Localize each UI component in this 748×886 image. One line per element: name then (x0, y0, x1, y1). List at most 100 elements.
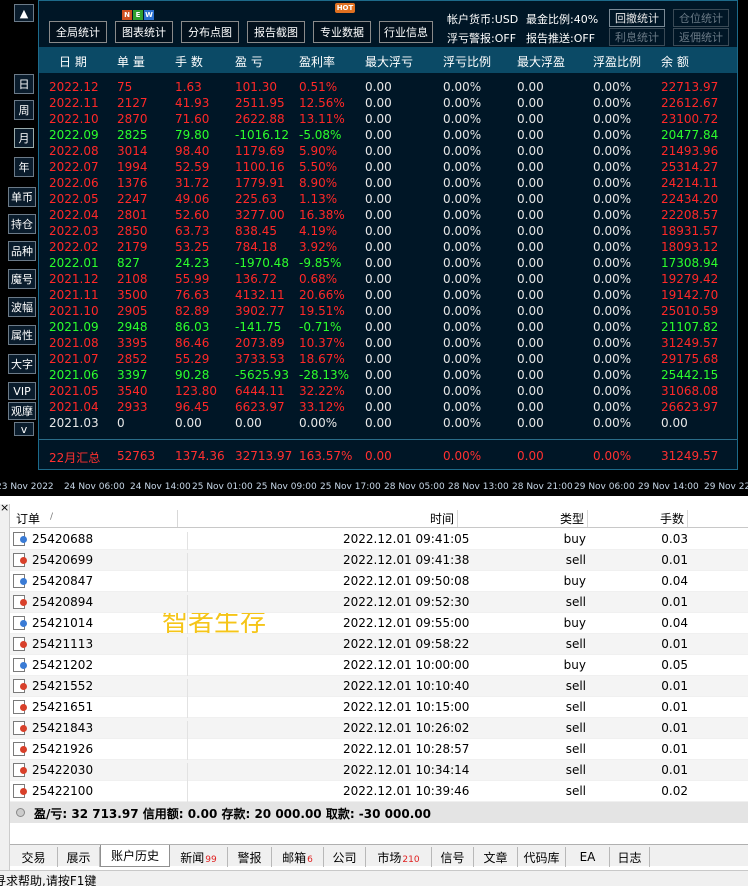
table-cell: 0.00 (517, 96, 544, 110)
tab-3[interactable]: 新闻 99 (170, 847, 228, 867)
order-lots: 0.04 (661, 574, 688, 588)
history-column-header[interactable]: / (50, 512, 53, 522)
time-axis-label: 28 Nov 21:00 (512, 482, 573, 492)
nav-symbol[interactable]: 品种 (8, 241, 36, 261)
history-column-header[interactable]: 手数 (660, 510, 684, 527)
history-row[interactable]: 25421926 2022.12.01 10:28:57 sell 0.01 (10, 739, 748, 763)
chart-stats-button[interactable]: 图表统计 (115, 21, 173, 43)
industry-info-button[interactable]: 行业信息 (379, 21, 433, 43)
order-dot-icon (20, 620, 27, 627)
table-cell: 0.00 (517, 192, 544, 206)
tab-5[interactable]: 邮箱 6 (272, 847, 324, 867)
tab-8[interactable]: 信号 (432, 847, 474, 867)
history-row[interactable]: 25422100 2022.12.01 10:39:46 sell 0.02 (10, 781, 748, 805)
history-row[interactable]: 25421113 2022.12.01 09:58:22 sell 0.01 (10, 634, 748, 658)
history-column-header[interactable]: 类型 (560, 510, 584, 527)
report-screenshot-button[interactable]: 报告截图 (247, 21, 305, 43)
table-cell: 98.40 (175, 144, 210, 158)
order-id: 25421651 (32, 700, 94, 714)
table-row: 2022.03 2850 63.73 838.45 4.19% 0.00 0.00% 0.00… (39, 223, 737, 239)
table-cell: 8.90% (299, 176, 338, 190)
commission-stats-button[interactable]: 返佣统计 (673, 28, 729, 46)
table-cell: 0.00 (517, 256, 544, 270)
table-cell: 0.00% (443, 224, 482, 238)
tab-2[interactable]: 账户历史 (100, 845, 170, 867)
tab-4[interactable]: 警报 (228, 847, 272, 867)
table-cell: 21107.82 (661, 320, 719, 334)
history-row[interactable]: 25421651 2022.12.01 10:15:00 sell 0.01 (10, 697, 748, 721)
table-cell: 0.00 (517, 208, 544, 222)
nav-magic-number[interactable]: 魔号 (8, 269, 36, 289)
table-cell: 827 (117, 256, 140, 270)
history-column-header[interactable]: 订单 (16, 510, 40, 527)
order-time: 2022.12.01 09:41:05 (343, 532, 470, 546)
tab-0[interactable]: 交易 (10, 847, 58, 867)
order-lots: 0.04 (661, 616, 688, 630)
table-cell: 0.00% (593, 272, 632, 286)
history-row[interactable]: 25421014 2022.12.01 09:55:00 buy 0.04 (10, 613, 748, 637)
table-cell: 16.38% (299, 208, 345, 222)
order-time: 2022.12.01 10:39:46 (343, 784, 470, 798)
nav-observe[interactable]: 观摩 (8, 402, 36, 420)
stats-window: 全局统计 图表统计 分布点图 报告截图 专业数据 行业信息 N E W HOT 帐户货币:USD … (38, 0, 738, 470)
tab-6[interactable]: 公司 (324, 847, 366, 867)
history-row[interactable]: 25420894 2022.12.01 09:52:30 sell 0.01 (10, 592, 748, 616)
order-dot-icon (20, 641, 27, 648)
order-dot-icon (20, 725, 27, 732)
pro-data-button[interactable]: 专业数据 (313, 21, 371, 43)
history-row[interactable]: 25421843 2022.12.01 10:26:02 sell 0.01 (10, 718, 748, 742)
interest-stats-button[interactable]: 利息统计 (609, 28, 665, 46)
table-cell: 3395 (117, 336, 148, 350)
tab-11[interactable]: EA (566, 847, 610, 867)
nav-holdings[interactable]: 持仓 (8, 214, 36, 234)
history-row[interactable]: 25422030 2022.12.01 10:34:14 sell 0.01 (10, 760, 748, 784)
history-row[interactable]: 25420847 2022.12.01 09:50:08 buy 0.04 (10, 571, 748, 595)
tab-9[interactable]: 文章 (474, 847, 518, 867)
table-row: 2021.08 3395 86.46 2073.89 10.37% 0.00 0.00% 0.… (39, 335, 737, 351)
nav-week[interactable]: 周 (14, 100, 34, 120)
nav-day[interactable]: 日 (14, 74, 34, 94)
nav-volatility[interactable]: 波幅 (8, 297, 36, 317)
position-stats-button[interactable]: 仓位统计 (673, 9, 729, 27)
balance-row: 盈/亏: 32 713.97 信用额: 0.00 存款: 20 000.00 取… (10, 802, 748, 823)
close-icon[interactable]: × (0, 502, 10, 513)
distribution-button[interactable]: 分布点图 (181, 21, 239, 43)
summary-cell: 31249.57 (661, 449, 719, 463)
tab-7[interactable]: 市场 210 (366, 847, 432, 867)
table-cell: 2022.03 (49, 224, 99, 238)
nav-attributes[interactable]: 属性 (8, 325, 36, 345)
time-axis-label: 29 Nov 06:00 (574, 482, 635, 492)
table-cell: 0.00 (517, 320, 544, 334)
order-dot-icon (20, 767, 27, 774)
nav-month[interactable]: 月 (14, 128, 34, 148)
table-row: 2021.03 0 0.00 0.00 0.00% 0.00 0.00% 0.00 0.00% 0… (39, 415, 737, 431)
nav-vip[interactable]: VIP (8, 382, 36, 400)
history-row[interactable]: 25420699 2022.12.01 09:41:38 sell 0.01 (10, 550, 748, 574)
history-column-header[interactable]: 时间 (430, 510, 454, 527)
nav-single-currency[interactable]: 单币 (8, 187, 36, 207)
report-push-stat[interactable]: 报告推送:OFF (526, 30, 595, 46)
scroll-down-arrow-icon[interactable]: v (14, 422, 34, 436)
tab-10[interactable]: 代码库 (518, 847, 566, 867)
float-alert-stat[interactable]: 浮亏警报:OFF (447, 30, 516, 46)
vertical-scrollbar[interactable] (738, 0, 748, 470)
history-row[interactable]: 25420688 2022.12.01 09:41:05 buy 0.03 (10, 529, 748, 553)
table-cell: 3397 (117, 368, 148, 382)
nav-large-font[interactable]: 大字 (8, 354, 36, 374)
table-cell: 0.00% (593, 128, 632, 142)
nav-year[interactable]: 年 (14, 157, 34, 177)
table-row: 2021.11 3500 76.63 4132.11 20.66% 0.00 0.00% 0.… (39, 287, 737, 303)
retrace-stats-button[interactable]: 回撤统计 (609, 9, 665, 27)
table-cell: 3733.53 (235, 352, 285, 366)
table-cell: -1016.12 (235, 128, 289, 142)
table-cell: 0.00 (517, 336, 544, 350)
order-type: sell (565, 553, 586, 567)
history-row[interactable]: 25421552 2022.12.01 10:10:40 sell 0.01 (10, 676, 748, 700)
scroll-up-arrow-icon[interactable]: ▲ (14, 4, 34, 22)
order-time: 2022.12.01 09:41:38 (343, 553, 470, 567)
sell-order-icon (13, 700, 27, 714)
global-stats-button[interactable]: 全局统计 (49, 21, 107, 43)
tab-1[interactable]: 展示 (58, 847, 100, 867)
history-row[interactable]: 25421202 2022.12.01 10:00:00 buy 0.05 (10, 655, 748, 679)
tab-12[interactable]: 日志 (610, 847, 650, 867)
